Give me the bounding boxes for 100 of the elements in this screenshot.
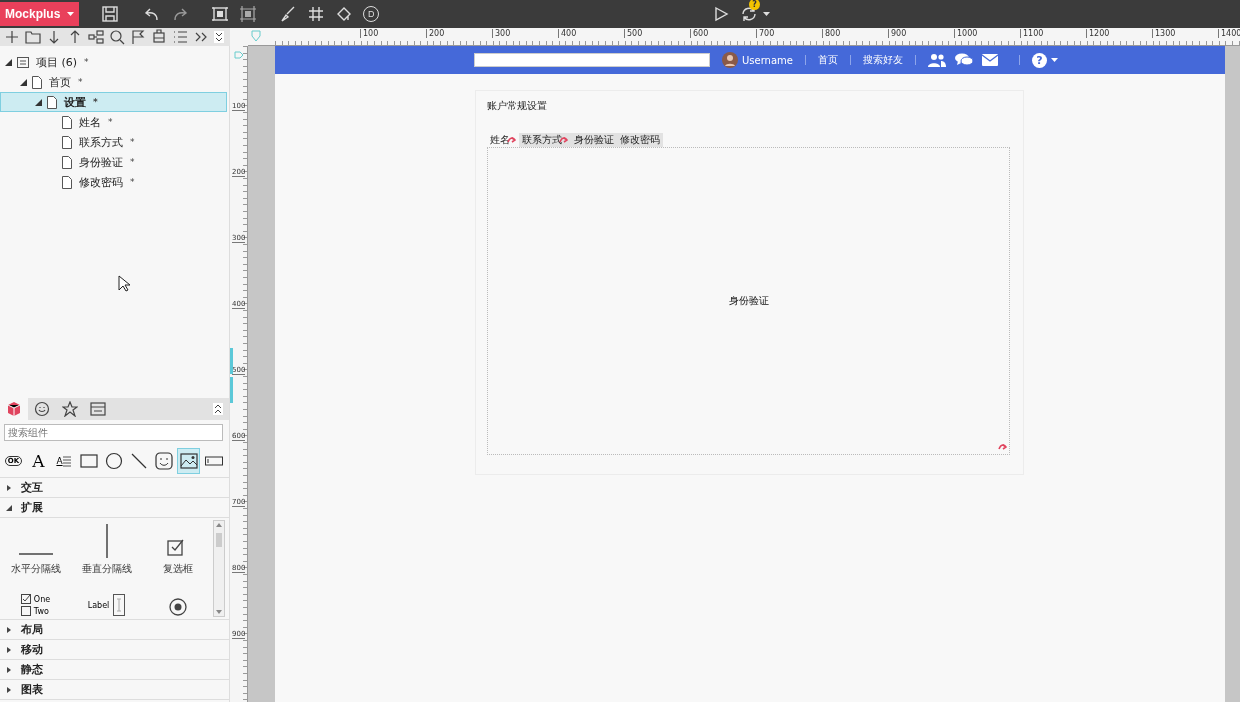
star-icon [62, 401, 78, 417]
search-field[interactable]: 搜索组件 [4, 424, 223, 441]
component-label: 复选框 [162, 562, 193, 576]
ruler-label: 1200 [1086, 29, 1110, 38]
line-icon [130, 453, 147, 469]
component-item[interactable]: 复选框 [142, 518, 213, 580]
component-tool[interactable]: A [27, 448, 50, 474]
component-tool[interactable]: A [52, 448, 75, 474]
app-menu-button[interactable]: Mockplus [0, 2, 80, 26]
page-icon [62, 135, 72, 149]
page-icon [62, 155, 72, 169]
save-icon[interactable] [101, 5, 120, 23]
scrollbar[interactable] [213, 520, 225, 617]
circle-icon [104, 452, 123, 470]
tree-item[interactable]: 项目 (6) * [0, 52, 227, 72]
play-icon[interactable] [713, 6, 729, 22]
rectangle-icon [79, 454, 98, 468]
people-icon[interactable] [928, 53, 946, 67]
window-icon [90, 401, 106, 417]
expand-arrow-icon[interactable] [5, 58, 12, 66]
page-icon [62, 115, 72, 129]
sync-icon[interactable] [740, 5, 758, 23]
ruler-label: 700 [756, 29, 775, 38]
scroll-marker [230, 348, 233, 374]
avatar-icon [722, 52, 738, 68]
tab[interactable]: 身份验证 [571, 133, 617, 147]
panel-title: 账户常规设置 [487, 99, 548, 113]
section-header[interactable]: 移动 [0, 640, 229, 660]
ruler-label: 100 [360, 29, 379, 38]
ruler-label: 400 [558, 29, 577, 38]
ruler-label: 1100 [1020, 29, 1044, 38]
tab[interactable]: 姓名 [487, 133, 519, 147]
frame-icon[interactable] [211, 5, 230, 23]
username-link[interactable]: Username [742, 54, 793, 66]
horizontal-line-icon [18, 552, 53, 556]
tree-item[interactable]: 身份验证 * [0, 152, 227, 172]
lines-icon [62, 454, 71, 468]
folder-icon[interactable] [25, 29, 41, 45]
page-icon [47, 95, 57, 109]
collapse-button[interactable] [214, 31, 224, 43]
expand-arrow-icon[interactable] [35, 98, 42, 106]
tree-item[interactable]: 联系方式 * [0, 132, 227, 152]
component-item[interactable]: 垂直分隔线 [71, 518, 142, 580]
stamp-icon[interactable] [151, 29, 167, 45]
component-label: 垂直分隔线 [81, 562, 132, 576]
page-icon [32, 75, 42, 89]
ruler-label: 900 [888, 29, 907, 38]
expand-arrow-icon [6, 626, 12, 633]
expand-arrow-icon [6, 484, 12, 491]
smiley-icon [154, 452, 173, 470]
caret-icon[interactable] [763, 12, 770, 16]
mail-icon[interactable] [982, 54, 998, 66]
search-field[interactable] [474, 53, 710, 67]
help-button[interactable]: ? [1032, 52, 1047, 68]
expand-arrow-icon [6, 504, 12, 511]
tree-item[interactable]: 修改密码 * [0, 172, 227, 192]
ruler-label: 200 [426, 29, 445, 38]
nav-link[interactable]: 首页 [818, 53, 838, 67]
grid-icon[interactable] [307, 5, 326, 23]
component-item[interactable]: Label [71, 580, 142, 619]
warning-badge: ? [749, 0, 760, 10]
component-item[interactable]: 水平分隔线 [0, 518, 71, 580]
cursor-icon [118, 275, 130, 292]
tree-item[interactable]: 设置 * [0, 92, 227, 112]
section-header[interactable]: 静态 [0, 660, 229, 680]
tree-icon[interactable] [88, 29, 104, 45]
section-header[interactable]: 交互 [0, 478, 229, 498]
tab[interactable]: 修改密码 [617, 133, 663, 147]
component-label: 水平分隔线 [10, 562, 61, 576]
component-item[interactable]: One Two [0, 580, 71, 619]
plus-icon[interactable] [4, 29, 20, 45]
tree-item[interactable]: 首页 * [0, 72, 227, 92]
tree-item[interactable]: 姓名 * [0, 112, 227, 132]
scroll-thumb[interactable] [216, 533, 222, 547]
ruler-label: 500 [624, 29, 643, 38]
section-header[interactable]: 图表 [0, 680, 229, 700]
search-icon[interactable] [109, 29, 125, 45]
tab[interactable]: 联系方式 [519, 133, 571, 147]
content-text: 身份验证 [728, 294, 769, 308]
scroll-marker [230, 377, 233, 403]
chevrons-down-icon [215, 32, 223, 42]
page-icon [62, 175, 72, 189]
caret-icon[interactable] [1051, 58, 1058, 62]
component-tool[interactable] [177, 448, 200, 474]
section-header[interactable]: 扩展 [0, 498, 229, 518]
section-header[interactable]: 布局 [0, 620, 229, 640]
ruler-label: 800 [822, 29, 841, 38]
expand-arrow-icon [6, 666, 12, 673]
chat-icon[interactable] [955, 53, 973, 67]
expand-arrow-icon[interactable] [20, 78, 27, 86]
nav-link[interactable]: 搜索好友 [863, 53, 903, 67]
smiley-icon [34, 401, 50, 417]
guide-pin-icon [251, 30, 261, 42]
expand-arrow-icon [6, 646, 12, 653]
collapse-button[interactable] [213, 403, 223, 415]
radio-button-icon [168, 598, 187, 616]
flag-icon[interactable] [130, 29, 146, 45]
text-field-icon [204, 456, 223, 466]
frame-icon[interactable] [239, 5, 258, 23]
vertical-line-icon [104, 524, 109, 558]
